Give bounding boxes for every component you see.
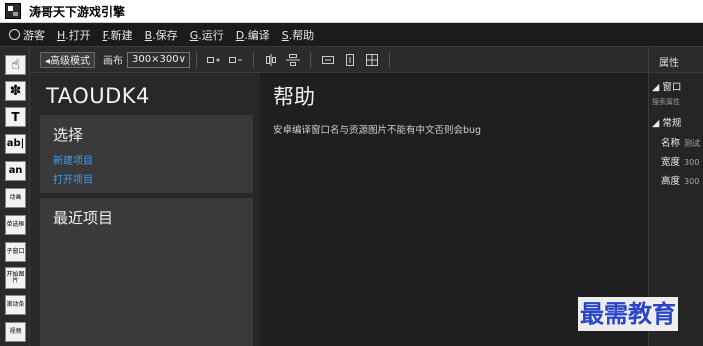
distribute-vertical-icon[interactable]: [341, 52, 359, 68]
start-panel: TAOUDK4 选择 新建项目 打开项目 最近项目: [30, 73, 260, 346]
chevron-down-icon: ∨: [178, 54, 186, 65]
editor-toolbar: ◂高级模式 画布 300×300 ∨: [30, 47, 648, 73]
menu-open[interactable]: H.打开: [57, 27, 91, 43]
puzzle-icon[interactable]: ✽: [5, 81, 26, 101]
align-horizontal-icon[interactable]: [262, 52, 280, 68]
animation-tool[interactable]: 动画: [5, 188, 26, 208]
new-project-link[interactable]: 新建项目: [53, 152, 93, 167]
recent-projects-card: 最近项目: [40, 198, 253, 346]
zoom-out-icon[interactable]: [227, 52, 245, 68]
property-value: 300: [684, 177, 700, 186]
toolbar-divider: [253, 51, 255, 68]
menu-help[interactable]: S.帮助: [282, 27, 314, 43]
menu-compile[interactable]: D.编译: [236, 27, 270, 43]
user-status-icon: [9, 29, 20, 40]
toolbar-divider: [310, 51, 312, 68]
button-tool[interactable]: an: [5, 161, 26, 181]
open-project-link[interactable]: 打开项目: [53, 171, 93, 186]
property-value: 测试: [684, 139, 701, 148]
text-tool[interactable]: T: [5, 107, 26, 127]
choose-title: 选择: [53, 126, 84, 144]
start-image-tool[interactable]: 开始图片: [5, 267, 26, 289]
zoom-in-icon[interactable]: [205, 52, 223, 68]
align-vertical-icon[interactable]: [284, 52, 302, 68]
property-label: 宽度: [661, 157, 681, 168]
menu-bar: 游客 H.打开 F.新建 B.保存 G.运行 D.编译 S.帮助: [0, 23, 703, 47]
radio-tool[interactable]: 单选框: [5, 215, 26, 235]
property-row[interactable]: 高度 300: [661, 173, 699, 187]
advanced-mode-button[interactable]: ◂高级模式: [40, 51, 96, 68]
property-row[interactable]: 名称 测试: [661, 135, 700, 149]
window-titlebar: 涛哥天下游戏引擎: [0, 0, 703, 23]
watermark-logo: 最需教育: [578, 297, 678, 331]
property-value: 300: [684, 158, 700, 167]
toolbar-divider: [389, 51, 391, 68]
scrollbar-tool[interactable]: 滚动条: [5, 295, 26, 315]
menu-new[interactable]: F.新建: [103, 27, 133, 43]
property-label: 高度: [661, 176, 681, 187]
window-section-toggle[interactable]: ◢ 窗口: [652, 79, 681, 93]
help-text: 安卓编译窗口名与资源图片不能有中文否则会bug: [273, 125, 482, 136]
app-logo-icon: [5, 3, 21, 19]
recent-projects-title: 最近项目: [53, 209, 114, 227]
hand-icon[interactable]: ☝: [5, 55, 26, 75]
property-search-input[interactable]: 搜索属性: [652, 97, 680, 107]
window-title: 涛哥天下游戏引擎: [29, 4, 126, 19]
distribute-horizontal-icon[interactable]: [319, 52, 337, 68]
property-label: 名称: [661, 138, 681, 149]
canvas-size-select[interactable]: 300×300 ∨: [127, 51, 191, 68]
choose-card: 选择 新建项目 打开项目: [40, 115, 253, 193]
general-section-toggle[interactable]: ◢ 常规: [652, 115, 681, 129]
subwindow-tool[interactable]: 子窗口: [5, 242, 26, 262]
properties-title: 属性: [649, 47, 703, 73]
input-tool[interactable]: ab|: [5, 134, 26, 154]
video-tool[interactable]: 视频: [5, 322, 26, 342]
grid-layout-icon[interactable]: [363, 52, 381, 68]
canvas-label: 画布: [103, 56, 124, 67]
menu-run[interactable]: G.运行: [190, 27, 224, 43]
toolbar-divider: [196, 51, 198, 68]
canvas-size-value: 300×300: [132, 54, 179, 65]
menu-save[interactable]: B.保存: [145, 27, 178, 43]
menu-guest[interactable]: 游客: [23, 27, 45, 43]
component-toolbox: ☝ ✽ T ab| an 动画 单选框 子窗口 开始图片 滚动条 视频: [0, 47, 30, 346]
help-title: 帮助: [273, 85, 315, 109]
property-row[interactable]: 宽度 300: [661, 154, 699, 168]
app-title: TAOUDK4: [46, 84, 150, 108]
